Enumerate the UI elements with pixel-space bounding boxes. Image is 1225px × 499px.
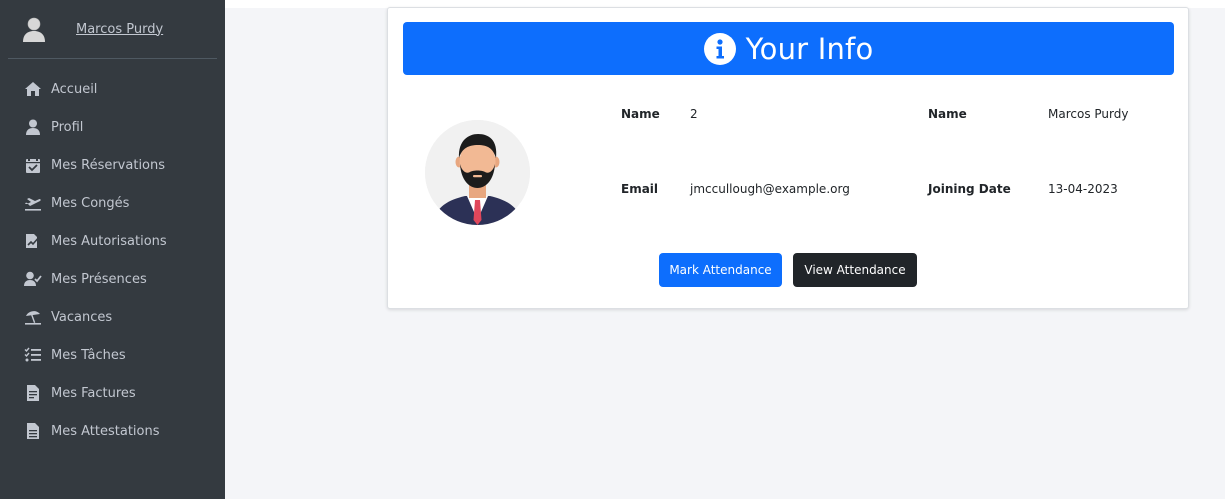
joining-date-label: Joining Date	[928, 182, 1011, 196]
sidebar-item-label: Vacances	[51, 309, 113, 325]
sidebar-item-label: Accueil	[51, 81, 98, 97]
name-value: 2	[690, 107, 698, 121]
sidebar-item-factures[interactable]: Mes Factures	[0, 374, 225, 412]
profile-avatar	[425, 120, 530, 225]
user-panel: Marcos Purdy	[8, 0, 217, 59]
card-header: Your Info	[403, 22, 1174, 75]
sidebar-item-vacances[interactable]: Vacances	[0, 298, 225, 336]
sidebar-item-taches[interactable]: Mes Tâches	[0, 336, 225, 374]
file-signature-icon	[23, 232, 43, 250]
file-invoice-icon	[23, 384, 43, 402]
sidebar: Marcos Purdy Accueil Profil Mes Réservat…	[0, 0, 225, 499]
plane-departure-icon	[23, 194, 43, 212]
view-attendance-button[interactable]: View Attendance	[793, 253, 917, 287]
your-info-card: Your Info Name 2 Name Marcos Purdy Email…	[387, 7, 1189, 309]
sidebar-item-attestations[interactable]: Mes Attestations	[0, 412, 225, 450]
email-value: jmccullough@example.org	[690, 182, 850, 196]
sidebar-item-label: Mes Présences	[51, 271, 147, 287]
sidebar-item-reservations[interactable]: Mes Réservations	[0, 146, 225, 184]
sidebar-item-autorisations[interactable]: Mes Autorisations	[0, 222, 225, 260]
card-title: Your Info	[745, 31, 874, 66]
sidebar-item-accueil[interactable]: Accueil	[0, 70, 225, 108]
user-icon	[23, 118, 43, 136]
file-alt-icon	[23, 422, 43, 440]
info-circle-icon	[703, 32, 736, 65]
sidebar-item-label: Mes Congés	[51, 195, 130, 211]
sidebar-item-presences[interactable]: Mes Présences	[0, 260, 225, 298]
sidebar-item-label: Mes Factures	[51, 385, 136, 401]
umbrella-beach-icon	[23, 308, 43, 326]
name-label: Name	[621, 107, 660, 121]
email-label: Email	[621, 182, 659, 196]
joining-date-value: 13-04-2023	[1048, 182, 1118, 196]
tasks-icon	[23, 346, 43, 364]
home-icon	[23, 80, 43, 98]
name2-value: Marcos Purdy	[1048, 107, 1129, 121]
user-check-icon	[23, 270, 43, 288]
name2-label: Name	[928, 107, 967, 121]
sidebar-item-profil[interactable]: Profil	[0, 108, 225, 146]
sidebar-item-label: Mes Autorisations	[51, 233, 167, 249]
sidebar-item-label: Mes Tâches	[51, 347, 126, 363]
mark-attendance-button[interactable]: Mark Attendance	[659, 253, 782, 287]
sidebar-nav: Accueil Profil Mes Réservations Mes Cong…	[0, 70, 225, 450]
user-name-link[interactable]: Marcos Purdy	[76, 22, 163, 37]
sidebar-item-conges[interactable]: Mes Congés	[0, 184, 225, 222]
sidebar-item-label: Mes Attestations	[51, 423, 160, 439]
calendar-check-icon	[23, 156, 43, 174]
sidebar-item-label: Mes Réservations	[51, 157, 166, 173]
user-avatar-icon	[20, 15, 48, 43]
sidebar-item-label: Profil	[51, 119, 84, 135]
